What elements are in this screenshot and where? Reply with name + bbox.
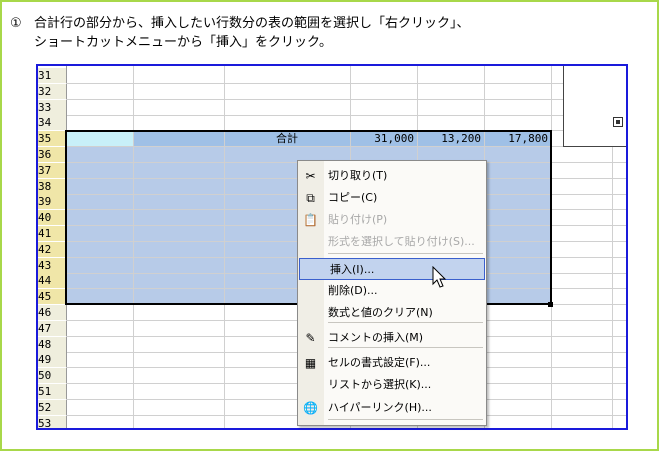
row-header[interactable]: 53 [36,416,67,428]
menu-item-label: 貼り付け(P) [328,213,388,226]
row-header[interactable]: 35 [36,131,67,146]
row-header[interactable]: 37 [36,163,67,178]
mouse-cursor-icon [432,266,447,288]
menu-item[interactable]: 挿入(I)... [299,258,485,280]
row-header[interactable]: 39 [36,194,67,209]
menu-item-label: セルの書式設定(F)... [328,356,431,369]
grid-line [551,64,552,428]
total-label: 合計 [276,132,298,145]
row-header[interactable]: 45 [36,289,67,304]
side-panel-box [563,64,628,147]
menu-item-label: 挿入(I)... [330,263,375,276]
menu-item-label: 数式と値のクリア(N) [328,306,433,319]
paste-icon: 📋 [303,213,318,227]
format-cells-icon: ▦ [304,356,317,370]
copy-icon: ⧉ [306,191,315,205]
row-header[interactable]: 48 [36,337,67,352]
row-header[interactable]: 52 [36,400,67,415]
instruction-line-1: 合計行の部分から、挿入したい行数分の表の範囲を選択し「右クリック」、 [34,16,470,31]
menu-item[interactable]: ✂ 切り取り(T) [298,165,486,187]
menu-item-label: コメントの挿入(M) [328,331,424,344]
menu-item-label: 切り取り(T) [328,169,388,182]
grid-line [66,115,626,116]
grid-line [66,146,626,147]
row-header[interactable]: 44 [36,273,67,288]
instruction-text: ① 合計行の部分から、挿入したい行数分の表の範囲を選択し「右クリック」、 ショート… [10,14,470,52]
menu-item[interactable]: リストから選択(K)... [298,374,486,396]
total-value-3: 17,800 [508,132,548,145]
row-header[interactable]: 33 [36,100,67,115]
row-header[interactable]: 51 [36,384,67,399]
total-row-highlight [133,131,551,146]
instruction-line-2: ショートカットメニューから「挿入」をクリック。 [34,35,332,50]
menu-item[interactable]: 削除(D)... [298,280,486,302]
menu-item-label: 削除(D)... [328,284,378,297]
total-value-1: 31,000 [374,132,414,145]
fill-handle[interactable] [548,302,553,307]
menu-item[interactable]: 📋 貼り付け(P) [298,209,486,231]
grid-line [224,64,225,428]
row-header[interactable]: 46 [36,305,67,320]
row-header[interactable]: 42 [36,242,67,257]
menu-item-label: コピー(C) [328,191,378,204]
menu-item[interactable]: 🌐 ハイパーリンク(H)... [298,397,486,419]
row-header[interactable]: 34 [36,115,67,130]
row-header[interactable]: 43 [36,258,67,273]
row-header[interactable]: 49 [36,352,67,367]
comment-icon: ✎ [305,331,316,345]
active-cell[interactable] [66,131,133,146]
menu-item[interactable]: ✎ コメントの挿入(M) [298,327,486,349]
row-header[interactable]: 47 [36,321,67,336]
menu-separator [328,253,483,254]
row-header[interactable]: 36 [36,147,67,162]
menu-item[interactable]: ▦ セルの書式設定(F)... [298,352,486,374]
menu-separator [328,347,483,348]
menu-item-label: 形式を選択して貼り付け(S)... [328,235,475,248]
total-value-2: 13,200 [441,132,481,145]
menu-separator [328,419,483,420]
grid-line [133,64,134,428]
menu-item[interactable]: ⧉ コピー(C) [298,187,486,209]
menu-item-label: リストから選択(K)... [328,378,432,391]
row-header[interactable]: 31 [36,68,67,83]
row-header[interactable]: 50 [36,368,67,383]
menu-item[interactable]: 数式と値のクリア(N) [298,302,486,324]
row-header[interactable]: 40 [36,210,67,225]
grid-line [66,83,626,84]
menu-separator [328,322,483,323]
paste-options-icon[interactable] [613,117,623,127]
context-menu: ✂ 切り取り(T) ⧉ コピー(C) 📋 貼り付け(P) 形式を選択して貼り付け(S)...… [297,160,487,426]
hyperlink-icon: 🌐 [303,401,318,415]
grid-line [66,99,626,100]
menu-item[interactable]: 形式を選択して貼り付け(S)... [298,231,486,253]
scissors-icon: ✂ [305,169,316,183]
row-header[interactable]: 38 [36,179,67,194]
row-header[interactable]: 41 [36,226,67,241]
row-header[interactable]: 32 [36,84,67,99]
step-number: ① [10,16,22,31]
menu-item-label: ハイパーリンク(H)... [328,401,432,414]
